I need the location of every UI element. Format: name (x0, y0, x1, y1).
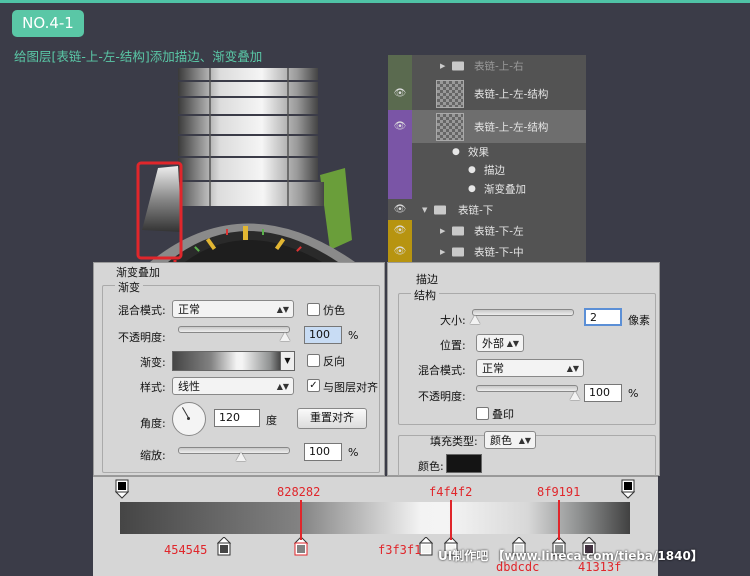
color-stop-828282[interactable] (294, 537, 308, 557)
fill-type-select[interactable]: 颜色 ▲▼ (484, 431, 536, 449)
eye-icon[interactable]: ● (452, 147, 460, 157)
effect-stroke-row[interactable]: ● 描边 (388, 161, 586, 180)
folder-icon (452, 247, 464, 256)
layer-thumbnail (436, 80, 464, 108)
gradient-swatch[interactable] (172, 351, 282, 371)
group-row[interactable]: 👁 ▼ 表链-下 (388, 199, 586, 221)
effects-row[interactable]: ● 效果 (388, 143, 586, 162)
gradient-bar[interactable] (120, 502, 630, 534)
dialog-title: 描边 (416, 273, 438, 286)
dialog-title: 渐变叠加 (116, 266, 160, 279)
stop-label: f4f4f2 (429, 485, 473, 499)
blend-mode-select[interactable]: 正常 ▲▼ (172, 300, 294, 318)
dither-checkbox[interactable] (307, 303, 320, 316)
opacity-slider-knob[interactable] (280, 332, 290, 341)
gradient-dropdown-arrow[interactable]: ▼ (280, 351, 295, 371)
opacity-stop-right[interactable] (621, 479, 635, 499)
folder-icon (452, 226, 464, 235)
eye-icon[interactable] (388, 55, 412, 77)
size-input[interactable]: 2 (584, 308, 622, 326)
stroke-dialog: 描边 结构 大小: 2 像素 位置: 外部 ▲▼ 混合模式: 正常 ▲▼ 不透明度:… (387, 262, 660, 476)
stroke-opacity-slider[interactable] (476, 385, 578, 392)
reset-align-button[interactable]: 重置对齐 (297, 408, 367, 429)
stop-label: 454545 (164, 543, 208, 557)
scale-slider-knob[interactable] (236, 452, 246, 461)
folder-icon (452, 61, 464, 71)
eye-icon[interactable]: 👁 (388, 77, 412, 110)
annotation-line (450, 500, 452, 540)
angle-dial[interactable] (172, 402, 206, 436)
green-strap (320, 168, 352, 250)
annotation-line (300, 500, 302, 540)
lug (142, 166, 182, 232)
position-select[interactable]: 外部 ▲▼ (476, 334, 524, 352)
effect-gradient-row[interactable]: ● 渐变叠加 (388, 179, 586, 200)
stop-label: f3f3f1 (378, 543, 422, 557)
eye-icon[interactable]: 👁 (388, 241, 412, 262)
layer-row[interactable]: 👁 ▶ 表链-下-中 (388, 241, 586, 262)
eye-icon[interactable]: 👁 (388, 220, 412, 241)
stop-label: 8f9191 (537, 485, 581, 499)
stroke-blend-select[interactable]: 正常 ▲▼ (476, 359, 584, 377)
layers-panel: ▶ 表链-上-右 👁 表链-上-左-结构 👁 表链-上-左-结构 ● 效果 ● … (388, 55, 586, 262)
eye-icon[interactable]: 👁 (388, 199, 412, 220)
folder-icon (434, 205, 446, 214)
layer-thumbnail (436, 113, 464, 141)
watermark: UI制作吧 【www.lineca.com/tieba/1840】 (438, 549, 703, 563)
size-slider[interactable] (472, 309, 574, 316)
angle-input[interactable]: 120 (214, 409, 260, 427)
opacity-input[interactable]: 100 (304, 326, 342, 344)
align-layer-checkbox[interactable]: ✓ (307, 379, 320, 392)
stroke-color-swatch[interactable] (446, 454, 482, 473)
scale-input[interactable]: 100 (304, 443, 342, 461)
bracelet-links (172, 68, 324, 206)
overprint-checkbox[interactable] (476, 407, 489, 420)
opacity-slider[interactable] (178, 326, 290, 333)
annotation-line (558, 500, 560, 540)
stroke-opacity-knob[interactable] (570, 391, 580, 400)
stroke-opacity-input[interactable]: 100 (584, 384, 622, 402)
gradient-overlay-dialog: 渐变叠加 渐变 混合模式: 正常 ▲▼ 仿色 不透明度: 100 % 渐变: ▼ … (93, 262, 385, 476)
layer-row-selected[interactable]: 👁 表链-上-左-结构 (388, 110, 586, 144)
scale-slider[interactable] (178, 447, 290, 454)
stop-label: 828282 (277, 485, 321, 499)
eye-icon[interactable]: ● (468, 165, 476, 175)
eye-icon[interactable]: 👁 (388, 110, 412, 143)
layer-row[interactable]: 👁 ▶ 表链-下-左 (388, 220, 586, 242)
color-stop-454545[interactable] (217, 537, 231, 557)
opacity-stop-left[interactable] (115, 479, 129, 499)
eye-icon[interactable]: ● (468, 184, 476, 194)
style-select[interactable]: 线性 ▲▼ (172, 377, 294, 395)
layer-row[interactable]: ▶ 表链-上-右 (388, 55, 586, 78)
size-slider-knob[interactable] (470, 315, 480, 324)
layer-row[interactable]: 👁 表链-上-左-结构 (388, 77, 586, 111)
reverse-checkbox[interactable] (307, 354, 320, 367)
